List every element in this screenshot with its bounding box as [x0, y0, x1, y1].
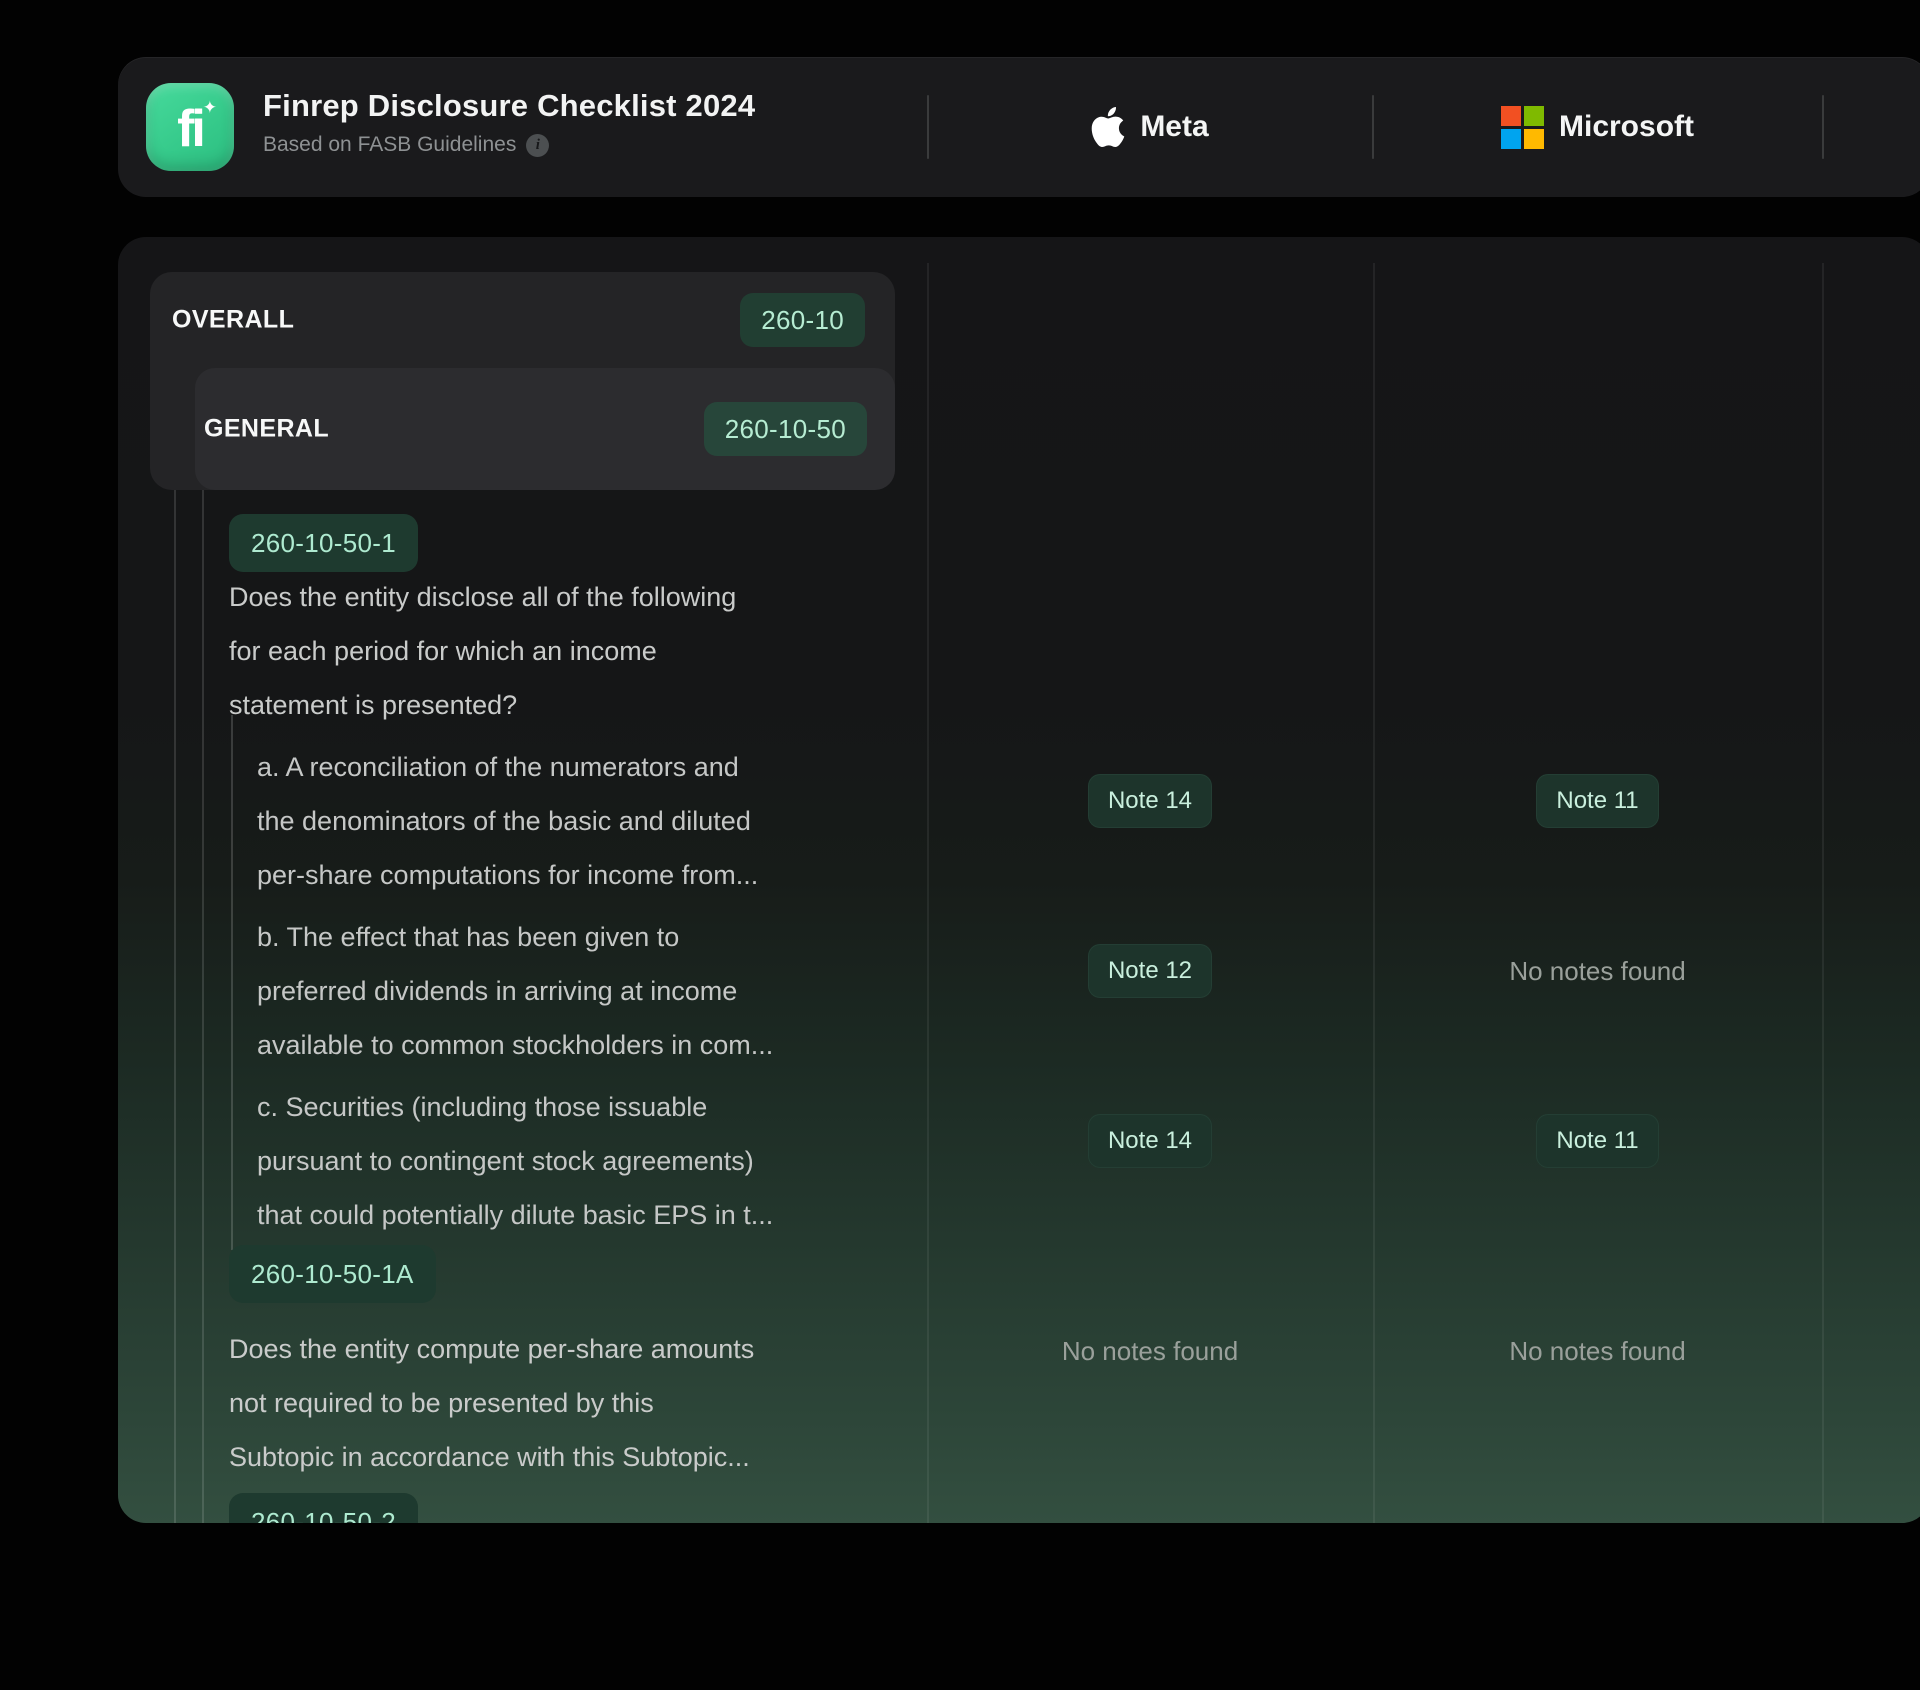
subitem-b: b. The effect that has been given to pre…: [257, 910, 817, 1072]
subitem-line: the denominators of the basic and dilute…: [257, 794, 817, 848]
subitem-a: a. A reconciliation of the numerators an…: [257, 740, 817, 902]
app-screen: fi ✦ Finrep Disclosure Checklist 2024 Ba…: [0, 0, 1920, 1690]
checklist-table: OVERALL 260-10 GENERAL 260-10-50 260-10-…: [118, 237, 1920, 1523]
question-line: not required to be presented by this: [229, 1376, 849, 1430]
section-panel-overall[interactable]: OVERALL 260-10 GENERAL 260-10-50: [150, 272, 895, 490]
sparkle-icon: ✦: [203, 98, 217, 118]
company-column-meta[interactable]: Meta: [927, 57, 1373, 197]
tree-guide-line-general: [202, 490, 204, 1523]
note-badge[interactable]: Note 14: [1088, 774, 1212, 828]
question-line: Does the entity disclose all of the foll…: [229, 570, 849, 624]
section-row-general[interactable]: GENERAL 260-10-50: [195, 368, 895, 490]
page-subtitle-row: Based on FASB Guidelines i: [263, 133, 755, 157]
header-bar: fi ✦ Finrep Disclosure Checklist 2024 Ba…: [118, 57, 1920, 197]
subitem-c: c. Securities (including those issuable …: [257, 1080, 817, 1242]
section-label-general: GENERAL: [204, 415, 329, 444]
subitem-line: that could potentially dilute basic EPS …: [257, 1188, 817, 1242]
item-code-badge[interactable]: 260-10-50-1A: [229, 1245, 436, 1303]
apple-icon: [1091, 107, 1125, 147]
company-column-microsoft[interactable]: Microsoft: [1373, 57, 1822, 197]
note-cell-meta: Note 14: [927, 773, 1373, 829]
page-subtitle: Based on FASB Guidelines: [263, 133, 516, 157]
no-notes-text: No notes found: [1509, 956, 1685, 987]
question-line: Subtopic in accordance with this Subtopi…: [229, 1430, 849, 1484]
section-row-overall[interactable]: OVERALL 260-10: [150, 272, 895, 368]
note-cell-microsoft: Note 11: [1373, 1113, 1822, 1169]
section-label-overall: OVERALL: [172, 306, 294, 335]
item-question: Does the entity compute per-share amount…: [229, 1322, 849, 1484]
subitem-list: a. A reconciliation of the numerators an…: [231, 715, 817, 1250]
header-divider: [1822, 95, 1824, 159]
section-code-badge[interactable]: 260-10: [740, 293, 865, 347]
subitem-line: pursuant to contingent stock agreements): [257, 1134, 817, 1188]
company-label-meta: Meta: [1140, 110, 1208, 144]
note-badge[interactable]: Note 12: [1088, 944, 1212, 998]
note-cell-microsoft: No notes found: [1373, 943, 1822, 999]
no-notes-text: No notes found: [1062, 1336, 1238, 1367]
app-logo-icon: fi ✦: [146, 83, 234, 171]
note-cell-meta: Note 14: [927, 1113, 1373, 1169]
section-code-badge[interactable]: 260-10-50: [704, 402, 867, 456]
subitem-line: c. Securities (including those issuable: [257, 1080, 817, 1134]
note-cell-meta: No notes found: [927, 1323, 1373, 1379]
note-cell-meta: Note 12: [927, 943, 1373, 999]
subitem-line: per-share computations for income from..…: [257, 848, 817, 902]
microsoft-icon: [1501, 106, 1544, 149]
item-question: Does the entity disclose all of the foll…: [229, 570, 849, 732]
note-badge[interactable]: Note 11: [1536, 1114, 1658, 1168]
tree-guide-line-overall: [174, 407, 176, 1523]
note-cell-microsoft: No notes found: [1373, 1323, 1822, 1379]
item-code-badge[interactable]: 260-10-50-2: [229, 1493, 418, 1523]
app-logo-glyph: fi: [177, 99, 203, 159]
title-block: Finrep Disclosure Checklist 2024 Based o…: [263, 88, 755, 157]
question-line: for each period for which an income: [229, 624, 849, 678]
subitem-line: preferred dividends in arriving at incom…: [257, 964, 817, 1018]
note-badge[interactable]: Note 14: [1088, 1114, 1212, 1168]
subitem-line: a. A reconciliation of the numerators an…: [257, 740, 817, 794]
note-badge[interactable]: Note 11: [1536, 774, 1658, 828]
item-code-badge[interactable]: 260-10-50-1: [229, 514, 418, 572]
subitem-line: b. The effect that has been given to: [257, 910, 817, 964]
info-icon[interactable]: i: [526, 134, 549, 157]
company-label-microsoft: Microsoft: [1559, 110, 1694, 144]
question-line: Does the entity compute per-share amount…: [229, 1322, 849, 1376]
note-cell-microsoft: Note 11: [1373, 773, 1822, 829]
subitem-line: available to common stockholders in com.…: [257, 1018, 817, 1072]
column-divider: [1822, 263, 1824, 1523]
page-title: Finrep Disclosure Checklist 2024: [263, 88, 755, 124]
no-notes-text: No notes found: [1509, 1336, 1685, 1367]
